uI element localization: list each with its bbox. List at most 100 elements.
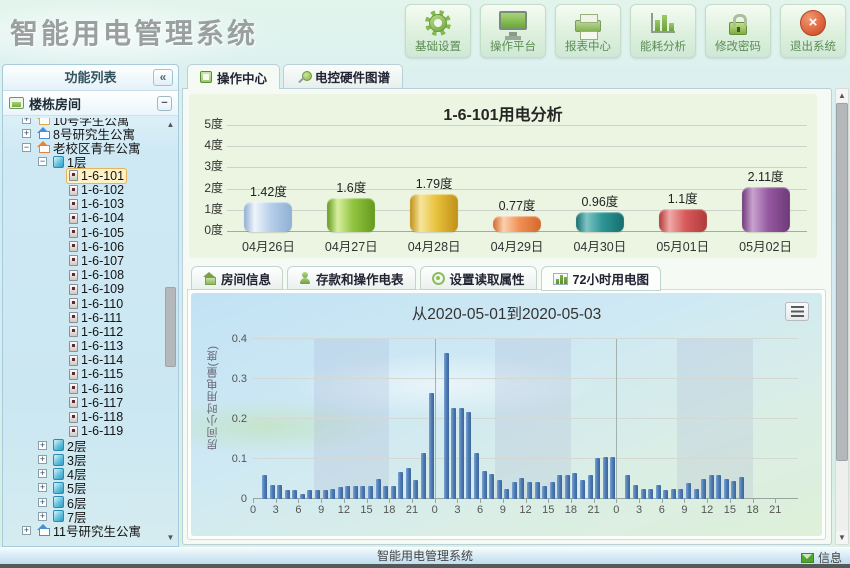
x-axis-tick-label: 15 (358, 504, 376, 516)
subtab-2[interactable]: 设置读取属性 (420, 266, 537, 290)
sidebar-header: 功能列表 « (3, 65, 178, 91)
subtab-1[interactable]: 存款和操作电表 (287, 266, 416, 290)
subtab-label: 72小时用电图 (573, 269, 649, 288)
expand-icon[interactable]: + (22, 526, 31, 535)
tree-item-label: 1-6-108 (81, 268, 124, 282)
monitor-icon (499, 11, 527, 30)
tree-item-20[interactable]: 1-6-117 (4, 396, 163, 410)
tree-item-9[interactable]: 1-6-106 (4, 240, 163, 254)
hourly-bar (519, 478, 524, 499)
x-axis-tick-label: 9 (494, 504, 512, 516)
tree-item-label: 1-6-105 (81, 226, 124, 240)
hourly-bar (542, 486, 547, 499)
collapse-icon[interactable]: − (38, 157, 47, 166)
x-axis-tick (298, 499, 299, 503)
app-window: 智能用电管理系统 基础设置操作平台报表中心能耗分析修改密码×退出系统 功能列表 … (0, 0, 850, 568)
house-blue-icon (37, 525, 50, 536)
x-axis-tick-label: 04月30日 (558, 236, 641, 254)
chart-menu-button[interactable] (785, 302, 809, 321)
rooms-panel-header[interactable]: 楼栋房间 − (3, 91, 178, 116)
expand-icon[interactable]: + (38, 455, 47, 464)
tree-item-15[interactable]: 1-6-112 (4, 325, 163, 339)
tree-item-10[interactable]: 1-6-107 (4, 254, 163, 268)
tree-item-17[interactable]: 1-6-114 (4, 353, 163, 367)
expand-icon[interactable]: + (38, 469, 47, 478)
x-axis-tick-label: 9 (675, 504, 693, 516)
tab-0[interactable]: 操作中心 (187, 64, 280, 89)
toolbar-button-label: 操作平台 (490, 38, 536, 54)
tree-item-label: 1-6-115 (81, 367, 123, 381)
tree-item-13[interactable]: 1-6-110 (4, 296, 163, 310)
tree-item-7[interactable]: 1-6-104 (4, 211, 163, 225)
x-axis-tick-label: 04月28日 (393, 236, 476, 254)
tree-item-label: 1-6-104 (81, 211, 124, 225)
toolbar-button-platform[interactable]: 操作平台 (480, 4, 546, 58)
day-separator-line (616, 339, 617, 499)
expand-icon[interactable]: + (22, 129, 31, 138)
target-icon (432, 272, 445, 285)
hourly-bar (678, 489, 683, 499)
tree-item-4[interactable]: 1-6-101 (4, 169, 163, 183)
sidebar-scroll-thumb[interactable] (165, 287, 176, 367)
toolbar-button-settings[interactable]: 基础设置 (405, 4, 471, 58)
scroll-up-icon[interactable]: ▲ (836, 89, 848, 102)
window-bottom-edge (0, 564, 850, 568)
x-axis-tick-label: 04月29日 (476, 236, 559, 254)
daily-bar-group: 2.11度 (724, 166, 807, 232)
pin-icon (296, 70, 310, 84)
tree-item-16[interactable]: 1-6-113 (4, 339, 163, 353)
console-icon (200, 71, 212, 83)
tab-label: 操作中心 (217, 68, 267, 87)
tree-item-18[interactable]: 1-6-115 (4, 367, 163, 381)
hourly-bar (323, 490, 328, 499)
daily-bar (659, 209, 707, 232)
hourly-chart-y-axis-title: 房间小时用电量(度) (205, 345, 221, 450)
toolbar-button-report[interactable]: 报表中心 (555, 4, 621, 58)
tree-item-label: 1-6-111 (81, 311, 122, 325)
subtab-0[interactable]: 房间信息 (191, 266, 283, 290)
hourly-bar (368, 486, 373, 499)
hourly-bar (406, 468, 411, 499)
tree-item-8[interactable]: 1-6-105 (4, 226, 163, 240)
hourly-bar (648, 489, 653, 499)
hourly-bar (686, 483, 691, 499)
expand-icon[interactable]: + (38, 441, 47, 450)
toolbar-button-exit[interactable]: ×退出系统 (780, 4, 846, 58)
tree-item-11[interactable]: 1-6-108 (4, 268, 163, 282)
tree-item-6[interactable]: 1-6-103 (4, 197, 163, 211)
tree-item-19[interactable]: 1-6-116 (4, 382, 163, 396)
scroll-down-icon[interactable]: ▼ (164, 532, 177, 544)
toolbar-button-energy[interactable]: 能耗分析 (630, 4, 696, 58)
tree-item-label: 1-6-107 (81, 254, 124, 268)
main-scrollbar[interactable]: ▲ ▼ (835, 88, 849, 545)
tree-item-label: 1-6-118 (81, 410, 123, 424)
expand-icon[interactable]: + (22, 118, 31, 124)
sidebar-scrollbar[interactable]: ▲ ▼ (164, 119, 177, 544)
main-scroll-thumb[interactable] (836, 103, 848, 461)
sidebar-collapse-button[interactable]: « (153, 69, 173, 86)
x-axis-tick (707, 499, 708, 503)
collapse-icon[interactable]: − (22, 143, 31, 152)
hourly-bar (724, 479, 729, 499)
tree-item-12[interactable]: 1-6-109 (4, 282, 163, 296)
tree-item-label: 1-6-117 (81, 396, 123, 410)
tab-1[interactable]: 电控硬件图谱 (283, 64, 403, 88)
tree-item-29[interactable]: +11号研究生公寓 (4, 523, 163, 537)
x-axis-tick (662, 499, 663, 503)
room-icon (69, 397, 78, 408)
expand-icon[interactable]: + (38, 498, 47, 507)
expand-icon[interactable]: + (38, 483, 47, 492)
toolbar-button-password[interactable]: 修改密码 (705, 4, 771, 58)
tree-item-21[interactable]: 1-6-118 (4, 410, 163, 424)
tree-item-5[interactable]: 1-6-102 (4, 183, 163, 197)
daily-bar-value-label: 1.6度 (336, 177, 366, 196)
x-axis-tick-label: 18 (562, 504, 580, 516)
tree-item-14[interactable]: 1-6-111 (4, 311, 163, 325)
scroll-down-icon[interactable]: ▼ (836, 531, 848, 544)
scroll-up-icon[interactable]: ▲ (164, 119, 177, 131)
daily-bar-group: 1.79度 (393, 173, 476, 232)
main-area: 操作中心电控硬件图谱 1-6-101用电分析 0度1度2度3度4度5度1.42度… (182, 64, 849, 547)
subtab-3[interactable]: 72小时用电图 (541, 266, 661, 291)
hourly-bar (315, 490, 320, 499)
rooms-panel-toggle-button[interactable]: − (157, 96, 172, 111)
